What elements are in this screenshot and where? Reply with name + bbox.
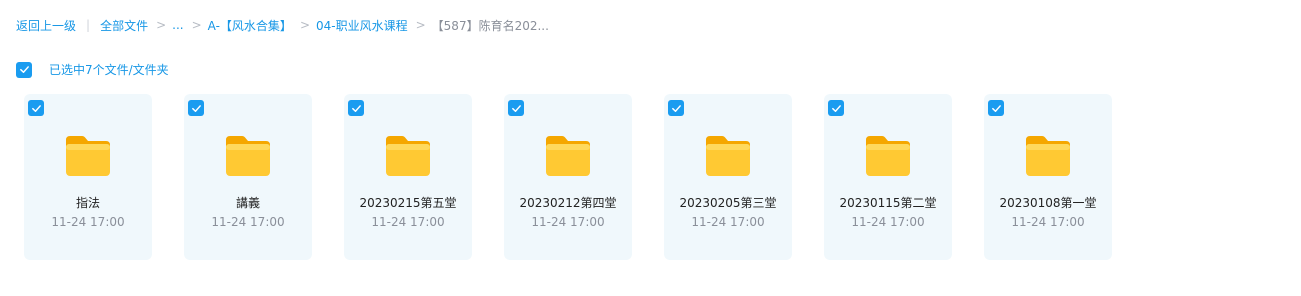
- folder-card[interactable]: 20230215第五堂 11-24 17:00: [344, 94, 472, 260]
- folder-icon: [386, 136, 430, 176]
- folder-icon: [66, 136, 110, 176]
- folder-icon: [1026, 136, 1070, 176]
- checkmark-icon: [991, 104, 1001, 112]
- file-time: 11-24 17:00: [1011, 215, 1085, 229]
- chevron-right-icon: >: [415, 18, 426, 32]
- folder-card[interactable]: 20230212第四堂 11-24 17:00: [504, 94, 632, 260]
- breadcrumb-all-files[interactable]: 全部文件: [100, 17, 148, 34]
- file-name: 指法: [75, 196, 100, 210]
- folder-card[interactable]: 指法 11-24 17:00: [24, 94, 152, 260]
- file-name: 20230212第四堂: [519, 196, 617, 210]
- folder-card[interactable]: 講義 11-24 17:00: [184, 94, 312, 260]
- file-time: 11-24 17:00: [531, 215, 605, 229]
- file-time: 11-24 17:00: [211, 215, 285, 229]
- file-time: 11-24 17:00: [51, 215, 125, 229]
- file-time: 11-24 17:00: [691, 215, 765, 229]
- folder-card[interactable]: 20230115第二堂 11-24 17:00: [824, 94, 952, 260]
- file-grid: 指法 11-24 17:00 講義 11-24 17:00 20230215第五…: [24, 94, 1124, 260]
- file-name: 講義: [235, 196, 260, 210]
- chevron-right-icon: >: [299, 18, 310, 32]
- breadcrumb-level2[interactable]: 04-职业风水课程: [316, 17, 408, 34]
- breadcrumb: 返回上一级 | 全部文件 > ... > A-【风水合集】 > 04-职业风水课…: [16, 15, 549, 35]
- folder-card[interactable]: 20230205第三堂 11-24 17:00: [664, 94, 792, 260]
- file-time: 11-24 17:00: [851, 215, 925, 229]
- item-checkbox[interactable]: [508, 100, 524, 116]
- folder-icon: [866, 136, 910, 176]
- folder-icon: [706, 136, 750, 176]
- file-time: 11-24 17:00: [371, 215, 445, 229]
- selection-count: 已选中7个文件/文件夹: [49, 63, 169, 77]
- checkmark-icon: [31, 104, 41, 112]
- item-checkbox[interactable]: [668, 100, 684, 116]
- breadcrumb-divider: |: [86, 18, 91, 32]
- checkmark-icon: [511, 104, 521, 112]
- breadcrumb-ellipsis[interactable]: ...: [172, 18, 183, 32]
- select-all-checkbox[interactable]: [16, 61, 32, 78]
- file-name: 20230215第五堂: [359, 196, 457, 210]
- file-name: 20230205第三堂: [679, 196, 777, 210]
- file-name: 20230108第一堂: [999, 196, 1097, 210]
- selection-bar: 已选中7个文件/文件夹: [16, 61, 169, 78]
- checkmark-icon: [19, 66, 29, 73]
- checkmark-icon: [191, 104, 201, 112]
- folder-icon: [226, 136, 270, 176]
- file-name: 20230115第二堂: [839, 196, 937, 210]
- item-checkbox[interactable]: [188, 100, 204, 116]
- folder-card[interactable]: 20230108第一堂 11-24 17:00: [984, 94, 1112, 260]
- checkmark-icon: [351, 104, 361, 112]
- item-checkbox[interactable]: [28, 100, 44, 116]
- item-checkbox[interactable]: [828, 100, 844, 116]
- back-link[interactable]: 返回上一级: [16, 17, 76, 34]
- item-checkbox[interactable]: [988, 100, 1004, 116]
- breadcrumb-level1[interactable]: A-【风水合集】: [208, 17, 292, 34]
- folder-icon: [546, 136, 590, 176]
- chevron-right-icon: >: [191, 18, 202, 32]
- chevron-right-icon: >: [156, 18, 167, 32]
- checkmark-icon: [671, 104, 681, 112]
- breadcrumb-current: 【587】陈育名202...: [431, 18, 549, 33]
- item-checkbox[interactable]: [348, 100, 364, 116]
- checkmark-icon: [831, 104, 841, 112]
